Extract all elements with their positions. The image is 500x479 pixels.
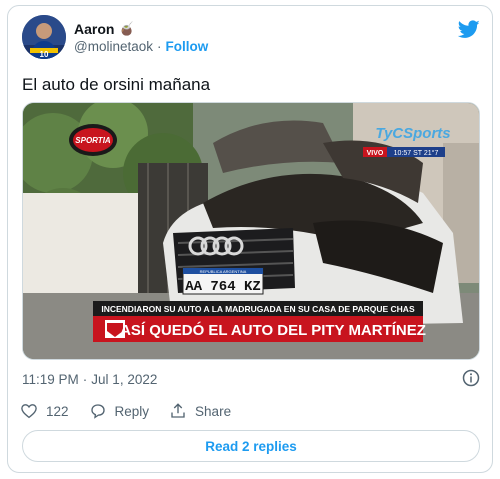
reply-bubble-icon [90,404,105,419]
twitter-bird-icon[interactable] [458,18,480,40]
tweet-text: El auto de orsini mañana [22,75,211,94]
reply-label: Reply [114,403,150,419]
read-replies-button[interactable]: Read 2 replies [22,430,480,462]
reply-button[interactable]: Reply [89,402,150,420]
author-display-name[interactable]: Aaron [74,21,114,37]
heart-icon [21,404,37,419]
separator-dot: · [157,39,162,54]
like-count: 122 [46,403,69,419]
chyron-top-text: INCENDIARON SU AUTO A LA MADRUGADA EN SU… [101,304,415,314]
tweet-timestamp[interactable]: 11:19 PM · Jul 1, 2022 [22,372,157,387]
tweet-time: 11:19 PM [22,372,79,387]
timestamp-separator: · [82,372,88,387]
tweet-actions: 122 Reply Share [20,402,251,420]
tweet-media-image[interactable]: REPUBLICA ARGENTINA AA 764 KZ SPORTIA Ty… [22,102,480,360]
mate-emoji: 🧉 [118,21,135,36]
share-icon [171,403,185,418]
info-icon[interactable] [462,369,480,387]
svg-text:10: 10 [40,50,49,59]
avatar-image: 10 [22,15,66,59]
tweet-card: 10 Aaron 🧉 @molinetaok · Follow El auto … [7,5,493,473]
tyc-sports-logo: TyCSports [375,125,450,142]
share-label: Share [195,403,232,419]
author-handle[interactable]: @molinetaok [74,39,153,54]
tweet-date: Jul 1, 2022 [91,372,158,387]
author-name-row: Aaron 🧉 [74,21,135,37]
avatar[interactable]: 10 [22,15,66,59]
follow-button[interactable]: Follow [166,39,209,54]
share-button[interactable]: Share [169,402,231,420]
plate-header: REPUBLICA ARGENTINA [200,269,247,274]
sportia-logo-text: SPORTIA [75,136,111,145]
like-button[interactable]: 122 [20,402,69,420]
author-handle-row: @molinetaok · Follow [74,39,208,54]
license-plate: AA 764 KZ [185,279,261,295]
burned-car-photo: REPUBLICA ARGENTINA AA 764 KZ SPORTIA Ty… [23,103,479,359]
live-badge: VIVO [367,150,384,157]
clock-text: 10:57 ST 21°7 [394,149,439,157]
read-replies-label: Read 2 replies [205,438,297,454]
chyron-main-text: ASÍ QUEDÓ EL AUTO DEL PITY MARTÍNEZ [120,321,426,339]
